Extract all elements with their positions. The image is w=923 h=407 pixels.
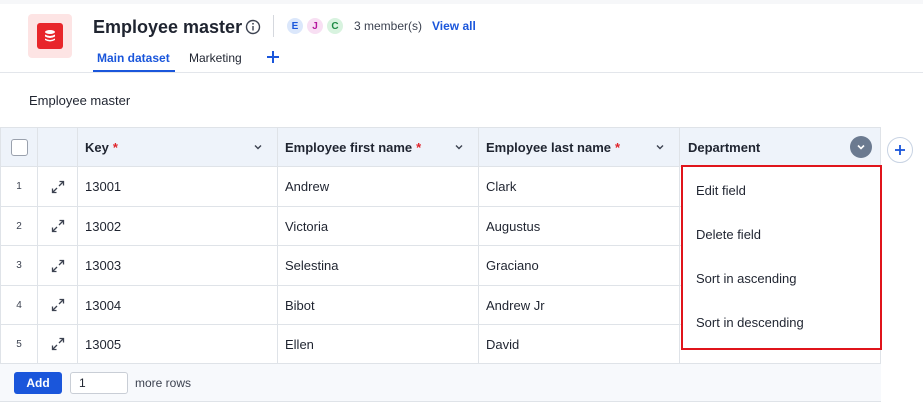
table-cell-last-name[interactable]: David [479,325,680,364]
table-cell-key[interactable]: 13003 [78,246,278,286]
row-number: 2 [0,207,38,246]
table-cell-first-name[interactable]: Bibot [278,286,479,325]
expand-icon [51,259,64,272]
row-number: 3 [0,246,38,286]
table-cell-last-name[interactable]: Clark [479,167,680,207]
menu-item-sort-descending[interactable]: Sort in descending [696,315,804,330]
column-header-department[interactable]: Department [680,127,881,167]
chevron-down-icon[interactable] [454,142,464,152]
table-cell-key[interactable]: 13001 [78,167,278,207]
column-header-label: Employee first name [285,139,413,155]
avatar[interactable]: C [326,17,344,35]
chevron-down-icon [857,144,865,150]
member-count: 3 member(s) [354,19,423,33]
expand-row-button[interactable] [38,207,78,246]
menu-item-delete-field[interactable]: Delete field [696,227,761,242]
header-divider [0,72,923,73]
rows-count-input[interactable] [70,372,128,394]
plus-icon [267,51,279,63]
table-cell-first-name[interactable]: Victoria [278,207,479,246]
table-cell-key[interactable]: 13004 [78,286,278,325]
table-cell-first-name[interactable]: Selestina [278,246,479,286]
add-tab-button[interactable] [266,49,280,67]
avatar[interactable]: E [286,17,304,35]
required-marker: * [112,139,118,155]
column-context-menu: Edit field Delete field Sort in ascendin… [681,165,882,350]
table-cell-last-name[interactable]: Graciano [479,246,680,286]
expand-row-button[interactable] [38,325,78,364]
select-all-cell [0,127,38,167]
column-header-last-name[interactable]: Employee last name * [479,127,680,167]
database-icon [28,14,72,58]
top-strip [0,0,923,4]
expand-row-button[interactable] [38,246,78,286]
required-marker: * [416,139,422,155]
view-all-link[interactable]: View all [432,19,476,33]
table-cell-key[interactable]: 13002 [78,207,278,246]
plus-icon [895,145,905,155]
menu-item-sort-ascending[interactable]: Sort in ascending [696,271,796,286]
expand-icon [51,180,64,193]
avatar[interactable]: J [306,17,324,35]
table-cell-first-name[interactable]: Ellen [278,325,479,364]
header-spacer [38,127,78,167]
table-cell-first-name[interactable]: Andrew [278,167,479,207]
expand-row-button[interactable] [38,167,78,207]
expand-icon [51,337,64,351]
row-number: 4 [0,286,38,325]
page-title: Employee master [93,17,243,37]
column-header-label: Employee last name [486,139,611,155]
info-icon[interactable] [245,19,261,35]
more-rows-label: more rows [135,376,192,390]
select-all-checkbox[interactable] [10,138,28,156]
chevron-down-icon[interactable] [253,142,263,152]
column-header-first-name[interactable]: Employee first name * [278,127,479,167]
column-header-key[interactable]: Key * [78,127,278,167]
row-number: 5 [0,325,38,364]
table-cell-key[interactable]: 13005 [78,325,278,364]
column-header-label: Department [688,139,761,155]
divider [273,15,274,37]
section-title: Employee master [29,93,131,108]
add-column-button[interactable] [887,137,913,163]
column-menu-toggle[interactable] [850,136,872,158]
expand-icon [51,219,64,233]
row-number: 1 [0,167,38,207]
tab-marketing[interactable]: Marketing [189,51,242,65]
expand-icon [51,298,64,312]
column-header-label: Key [85,139,109,155]
chevron-down-icon[interactable] [655,142,665,152]
table-footer [0,364,881,402]
table-cell-last-name[interactable]: Andrew Jr [479,286,680,325]
tab-main-dataset[interactable]: Main dataset [97,51,170,65]
table-cell-last-name[interactable]: Augustus [479,207,680,246]
expand-row-button[interactable] [38,286,78,325]
add-rows-button[interactable]: Add [14,372,62,394]
menu-item-edit-field[interactable]: Edit field [696,183,746,198]
required-marker: * [615,139,621,155]
